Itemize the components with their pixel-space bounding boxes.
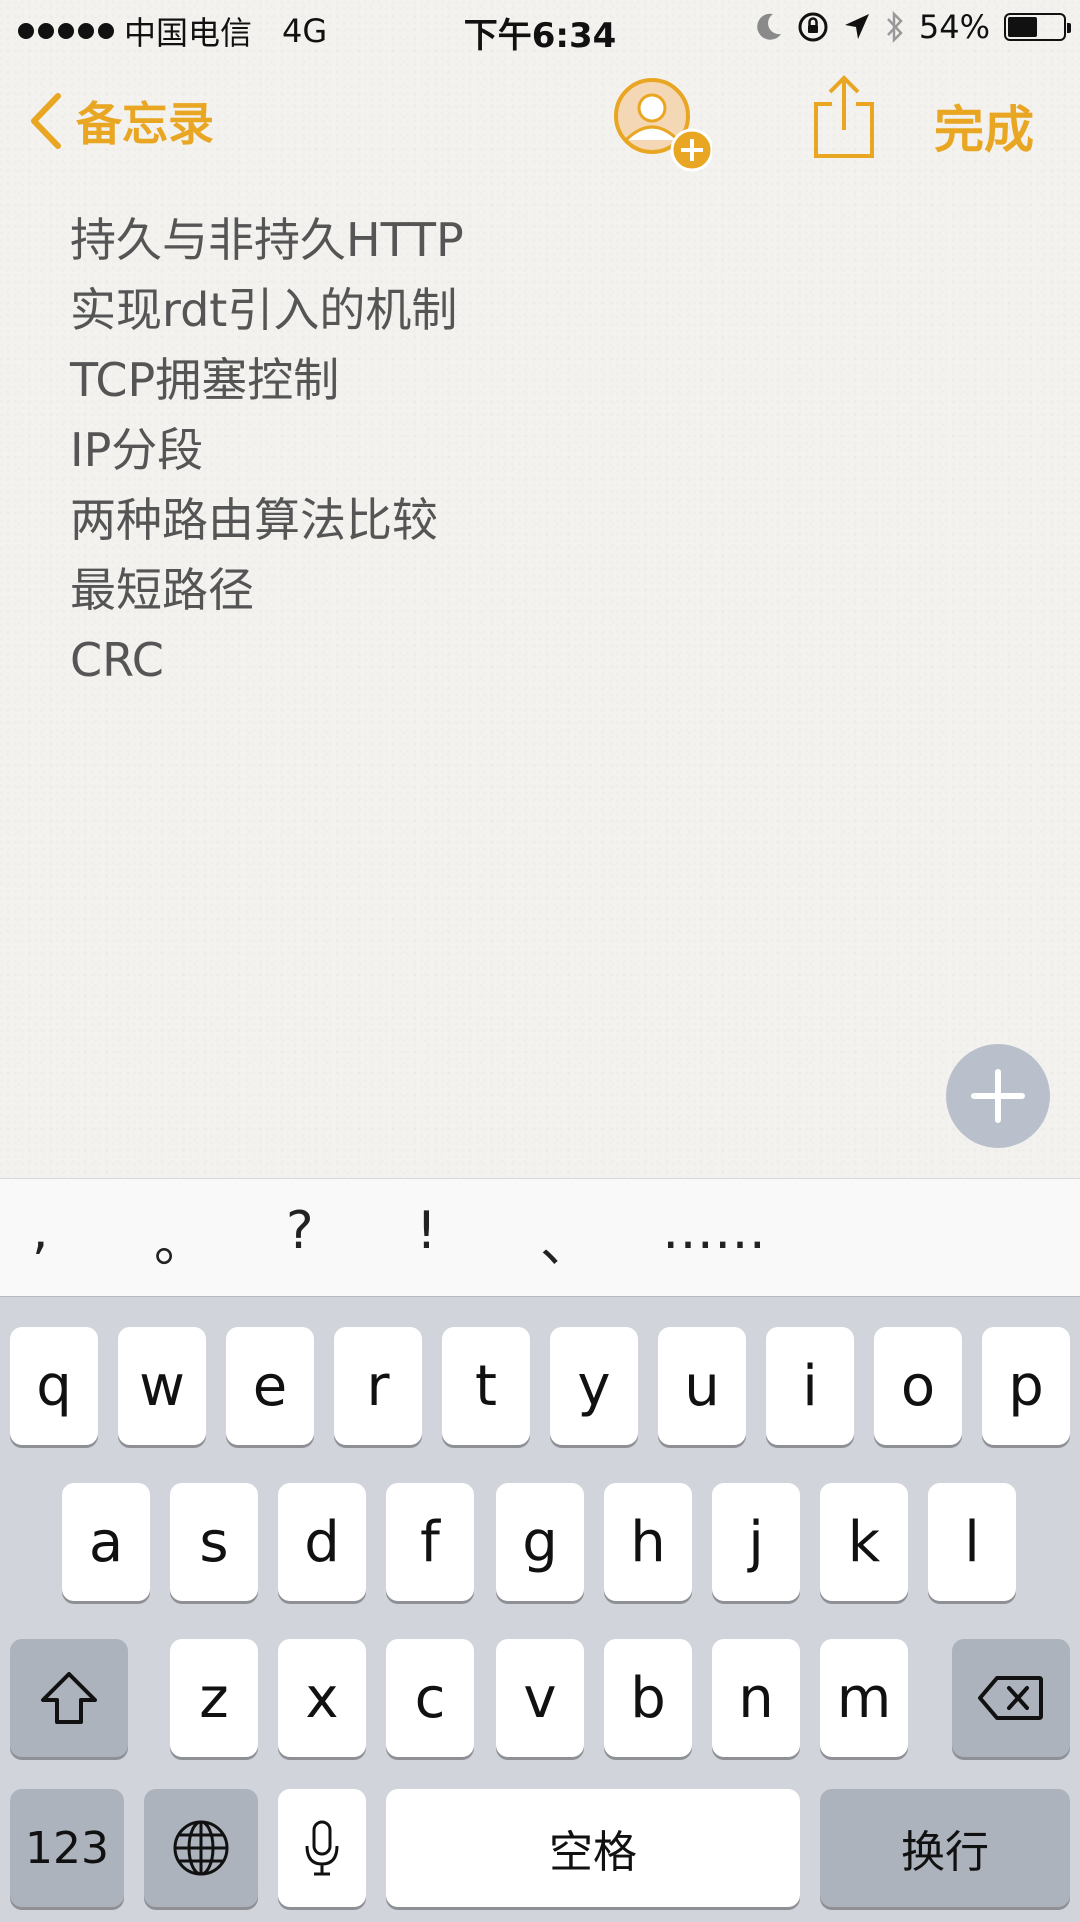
key-i[interactable]: i [766, 1327, 854, 1445]
backspace-icon [978, 1676, 1043, 1720]
punctuation-key[interactable]: ! [416, 1201, 437, 1261]
note-line[interactable]: 持久与非持久HTTP [70, 205, 464, 275]
key-h[interactable]: h [604, 1483, 692, 1601]
share-icon[interactable] [812, 74, 876, 160]
nav-bar: 备忘录 完成 [0, 60, 1080, 180]
key-n[interactable]: n [712, 1639, 800, 1757]
key-y[interactable]: y [550, 1327, 638, 1445]
bluetooth-icon [886, 10, 903, 44]
note-line[interactable]: 最短路径 [70, 555, 464, 625]
key-z[interactable]: z [170, 1639, 258, 1757]
note-line[interactable]: 两种路由算法比较 [70, 485, 464, 555]
plus-icon [971, 1069, 1025, 1123]
battery-percent: 54% [918, 8, 990, 46]
key-c[interactable]: c [386, 1639, 474, 1757]
key-u[interactable]: u [658, 1327, 746, 1445]
key-k[interactable]: k [820, 1483, 908, 1601]
punctuation-key[interactable]: ? [286, 1201, 314, 1261]
return-key[interactable]: 换行 [820, 1789, 1070, 1907]
punctuation-key[interactable]: , [32, 1201, 49, 1261]
shift-arrow-icon [41, 1672, 97, 1724]
done-button[interactable]: 完成 [934, 90, 1034, 162]
shift-key[interactable] [10, 1639, 128, 1757]
key-v[interactable]: v [496, 1639, 584, 1757]
note-line[interactable]: IP分段 [70, 415, 464, 485]
key-t[interactable]: t [442, 1327, 530, 1445]
note-body[interactable]: 持久与非持久HTTP 实现rdt引入的机制 TCP拥塞控制 IP分段 两种路由算… [70, 205, 464, 695]
back-label: 备忘录 [76, 97, 214, 151]
key-m[interactable]: m [820, 1639, 908, 1757]
note-line[interactable]: CRC [70, 625, 464, 695]
orientation-lock-icon [798, 12, 828, 42]
add-button[interactable] [946, 1044, 1050, 1148]
key-e[interactable]: e [226, 1327, 314, 1445]
key-o[interactable]: o [874, 1327, 962, 1445]
punctuation-key[interactable]: 、 [540, 1201, 592, 1276]
back-button[interactable]: 备忘录 [28, 88, 214, 154]
key-a[interactable]: a [62, 1483, 150, 1601]
key-g[interactable]: g [496, 1483, 584, 1601]
key-l[interactable]: l [928, 1483, 1016, 1601]
key-f[interactable]: f [386, 1483, 474, 1601]
chevron-left-icon [31, 93, 61, 149]
note-line[interactable]: TCP拥塞控制 [70, 345, 464, 415]
key-p[interactable]: p [982, 1327, 1070, 1445]
add-person-icon[interactable] [612, 76, 712, 176]
key-d[interactable]: d [278, 1483, 366, 1601]
key-q[interactable]: q [10, 1327, 98, 1445]
note-line[interactable]: 实现rdt引入的机制 [70, 275, 464, 345]
key-w[interactable]: w [118, 1327, 206, 1445]
status-bar: 中国电信 4G 下午6:34 54% [0, 0, 1080, 60]
globe-key[interactable] [144, 1789, 258, 1907]
moon-icon [757, 13, 781, 40]
keyboard: q w e r t y u i o p a s d f g h j k l z … [0, 1296, 1080, 1922]
punctuation-key[interactable]: 。 [154, 1201, 206, 1276]
key-j[interactable]: j [712, 1483, 800, 1601]
dictation-key[interactable] [278, 1789, 366, 1907]
punctuation-key[interactable]: …… [662, 1201, 766, 1261]
battery-icon [1004, 13, 1071, 41]
key-b[interactable]: b [604, 1639, 692, 1757]
key-r[interactable]: r [334, 1327, 422, 1445]
numbers-key[interactable]: 123 [10, 1789, 124, 1907]
punctuation-bar: , 。 ? ! 、 …… [0, 1178, 1080, 1297]
key-x[interactable]: x [278, 1639, 366, 1757]
globe-icon [173, 1820, 229, 1876]
delete-key[interactable] [952, 1639, 1070, 1757]
key-s[interactable]: s [170, 1483, 258, 1601]
microphone-icon [305, 1820, 339, 1876]
space-key[interactable]: 空格 [386, 1789, 800, 1907]
location-arrow-icon [844, 14, 869, 39]
